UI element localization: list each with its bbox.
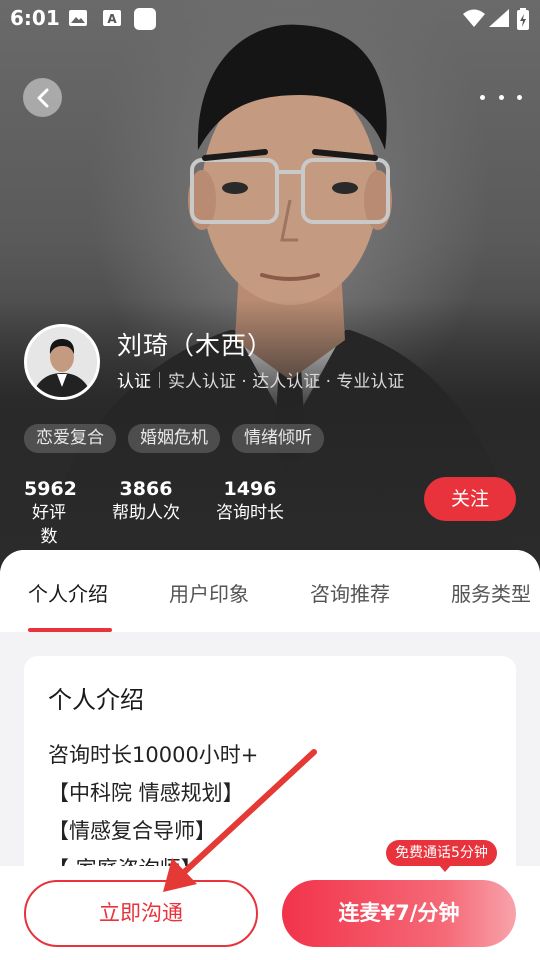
avatar-image xyxy=(27,327,97,397)
avatar[interactable] xyxy=(24,324,100,400)
signal-icon xyxy=(489,9,509,27)
intro-card-title: 个人介绍 xyxy=(48,686,144,714)
tab-intro[interactable]: 个人介绍 xyxy=(28,578,108,607)
intro-line: 【情感复合导师】 xyxy=(48,819,216,843)
counselor-name: 刘琦（木西） xyxy=(117,331,274,360)
free-call-badge-tail xyxy=(438,864,452,872)
svg-text:A: A xyxy=(107,12,117,26)
stat-reviews: 5962 好评数 xyxy=(24,477,77,549)
intro-line: 咨询时长10000小时+ xyxy=(48,743,259,767)
stat-helped: 3866 帮助人次 xyxy=(111,477,181,549)
back-button[interactable] xyxy=(23,78,62,117)
more-button[interactable] xyxy=(480,86,522,108)
battery-icon xyxy=(517,8,529,30)
tab-impressions[interactable]: 用户印象 xyxy=(169,578,249,607)
intro-line: 【中科院 情感规划】 xyxy=(48,781,244,805)
voice-call-button[interactable]: 连麦¥7/分钟 xyxy=(282,880,516,947)
cert-label: 认证 xyxy=(117,372,151,392)
chat-now-button[interactable]: 立即沟通 xyxy=(24,880,258,947)
gallery-icon xyxy=(69,10,87,26)
status-time: 6:01 xyxy=(10,6,60,30)
active-tab-indicator xyxy=(28,628,112,632)
stat-label: 好评数 xyxy=(32,503,66,547)
stat-label: 帮助人次 xyxy=(112,503,180,523)
app-square-icon xyxy=(134,8,156,30)
specialty-tag: 情绪倾听 xyxy=(232,424,324,453)
wifi-icon xyxy=(463,9,485,27)
font-icon: A xyxy=(103,10,121,26)
specialty-tags: 恋爱复合 婚姻危机 情绪倾听 xyxy=(24,424,324,453)
certification-row: 认证 实人认证 · 达人认证 · 专业认证 xyxy=(117,367,404,392)
tab-recommendations[interactable]: 咨询推荐 xyxy=(310,578,390,607)
cert-detail: 实人认证 · 达人认证 · 专业认证 xyxy=(168,372,405,392)
tab-bar: 个人介绍 用户印象 咨询推荐 服务类型 xyxy=(0,550,540,632)
stat-value: 5962 xyxy=(24,478,77,500)
free-call-badge: 免费通话5分钟 xyxy=(386,840,497,866)
stat-value: 3866 xyxy=(119,478,173,500)
cert-divider xyxy=(159,371,160,388)
follow-button[interactable]: 关注 xyxy=(424,477,516,521)
stat-label: 咨询时长 xyxy=(216,503,284,523)
tab-service-types[interactable]: 服务类型 xyxy=(451,578,531,607)
specialty-tag: 婚姻危机 xyxy=(128,424,220,453)
status-bar: 6:01 A xyxy=(0,0,540,38)
stat-duration: 1496 咨询时长 xyxy=(215,477,285,549)
specialty-tag: 恋爱复合 xyxy=(24,424,116,453)
counselor-profile-page: 6:01 A 刘琦（木西） 认证 实人认证 · 达人认证 · 专业认证 恋爱复合… xyxy=(0,0,540,960)
stat-value: 1496 xyxy=(223,478,277,500)
back-icon xyxy=(37,88,48,107)
stats-row: 5962 好评数 3866 帮助人次 1496 咨询时长 xyxy=(24,477,285,549)
more-icon xyxy=(480,94,485,100)
